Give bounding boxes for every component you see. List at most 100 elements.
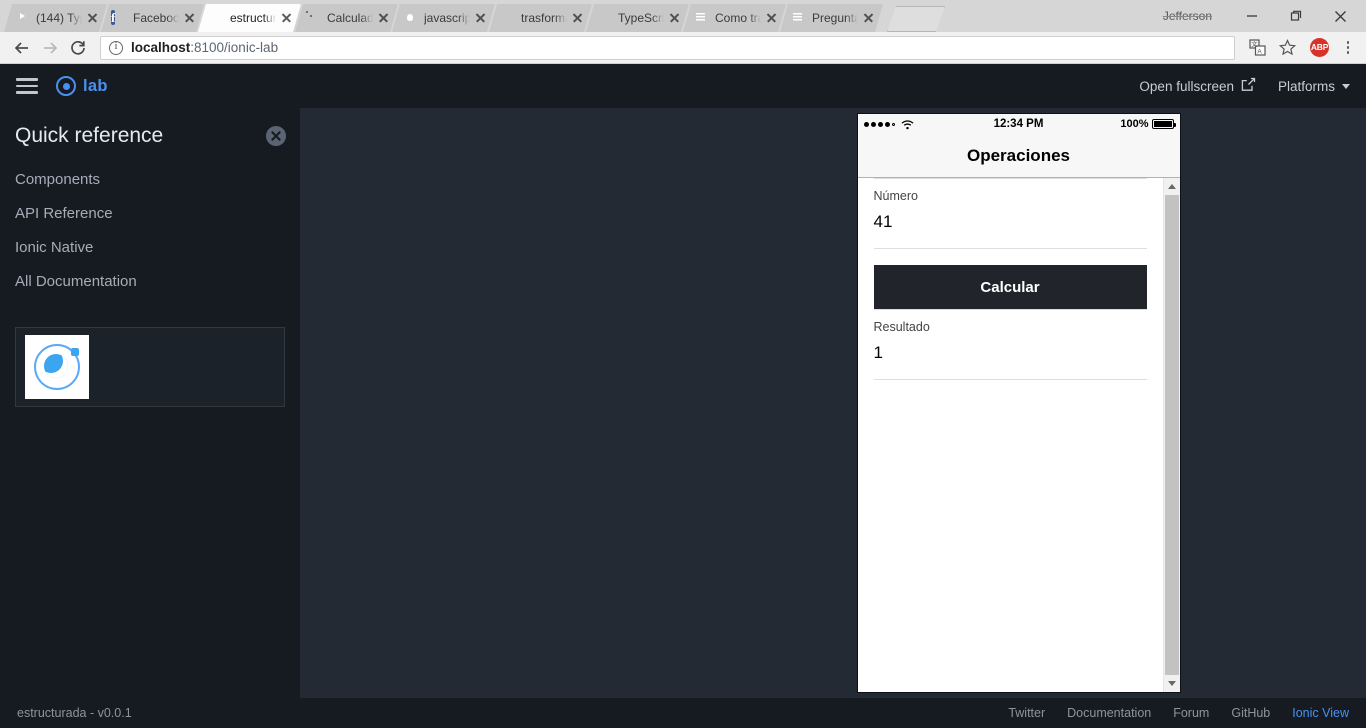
browser-tab[interactable]: trasformar c bbox=[489, 4, 592, 32]
sidebar-item-api-reference[interactable]: API Reference bbox=[0, 196, 300, 230]
ionic-app-icon bbox=[25, 335, 89, 399]
footer-link-documentation[interactable]: Documentation bbox=[1067, 706, 1151, 720]
platforms-label: Platforms bbox=[1277, 78, 1335, 94]
chrome-menu-icon[interactable] bbox=[1338, 36, 1358, 60]
facebook-icon: f bbox=[111, 10, 116, 25]
quick-reference-sidebar: Quick reference Components API Reference… bbox=[0, 108, 300, 698]
app-content: Número 41 Calcular Resultado 1 bbox=[857, 178, 1180, 692]
sidebar-item-components[interactable]: Components bbox=[0, 162, 300, 196]
external-link-icon bbox=[1241, 77, 1256, 95]
tab-title: trasformar c bbox=[521, 11, 566, 25]
footer-link-github[interactable]: GitHub bbox=[1231, 706, 1270, 720]
preview-scrollbar[interactable] bbox=[1162, 178, 1180, 692]
tab-close-icon[interactable] bbox=[570, 10, 586, 26]
lab-brand-label: lab bbox=[83, 76, 108, 95]
device-status-bar: 12:34 PM 100% bbox=[857, 114, 1180, 134]
numero-input-value[interactable]: 41 bbox=[874, 212, 1147, 239]
browser-toolbar: localhost :8100/ionic-lab 文 A ABP bbox=[0, 32, 1366, 64]
browser-tab[interactable]: f Facebook bbox=[101, 4, 204, 32]
battery-full-icon bbox=[1151, 119, 1176, 129]
site-info-icon[interactable] bbox=[109, 40, 123, 55]
tab-close-icon[interactable] bbox=[473, 10, 489, 26]
scrollbar-thumb[interactable] bbox=[1164, 195, 1179, 675]
scroll-up-arrow-icon[interactable] bbox=[1163, 178, 1180, 195]
close-icon[interactable] bbox=[1318, 1, 1362, 31]
open-fullscreen-label: Open fullscreen bbox=[1139, 78, 1234, 94]
browser-tab[interactable]: Calculadora bbox=[295, 4, 398, 32]
stackoverflow-icon bbox=[693, 10, 709, 26]
platforms-dropdown[interactable]: Platforms bbox=[1278, 79, 1350, 94]
address-bar[interactable]: localhost :8100/ionic-lab bbox=[100, 35, 1235, 60]
footer-link-forum[interactable]: Forum bbox=[1173, 706, 1209, 720]
resultado-label: Resultado bbox=[873, 320, 930, 334]
sidebar-title: Quick reference bbox=[15, 124, 164, 147]
reload-icon[interactable] bbox=[64, 34, 92, 62]
github-icon bbox=[402, 10, 418, 26]
footer-links: Twitter Documentation Forum GitHub Ionic… bbox=[1008, 706, 1349, 720]
google-icon bbox=[499, 10, 515, 26]
minimize-icon[interactable] bbox=[1230, 1, 1274, 31]
ionic-icon bbox=[208, 10, 224, 26]
resultado-field: Resultado 1 bbox=[873, 309, 1147, 380]
adblock-plus-icon[interactable]: ABP bbox=[1310, 38, 1329, 57]
url-host: localhost bbox=[131, 40, 191, 55]
window-controls: Jefferson bbox=[1163, 0, 1366, 32]
app-card[interactable] bbox=[15, 327, 285, 407]
calcular-button[interactable]: Calcular bbox=[873, 265, 1147, 309]
stackoverflow-icon bbox=[790, 10, 806, 26]
app-version-label: estructurada - v0.0.1 bbox=[17, 706, 132, 720]
tab-title: Preguntas m bbox=[812, 11, 859, 25]
tab-close-icon[interactable] bbox=[279, 10, 295, 26]
numero-field[interactable]: Número 41 bbox=[873, 178, 1147, 249]
app-title: Operaciones bbox=[967, 145, 1070, 165]
tab-title: estructurada bbox=[230, 11, 277, 25]
lab-body: Quick reference Components API Reference… bbox=[0, 108, 1366, 698]
browser-tab[interactable]: Preguntas m bbox=[780, 4, 883, 32]
maximize-icon[interactable] bbox=[1274, 1, 1318, 31]
content-scroll: Número 41 Calcular Resultado 1 bbox=[858, 178, 1163, 692]
tab-close-icon[interactable] bbox=[376, 10, 392, 26]
numero-label: Número bbox=[873, 189, 918, 203]
sidebar-item-ionic-native[interactable]: Ionic Native bbox=[0, 230, 300, 264]
hamburger-menu-icon[interactable] bbox=[16, 78, 38, 94]
tab-close-icon[interactable] bbox=[667, 10, 683, 26]
device-preview-area: 12:34 PM 100% Operaciones Número 41 Calc… bbox=[300, 108, 1366, 698]
svg-text:A: A bbox=[1257, 48, 1262, 55]
browser-tab[interactable]: (144) Typesc bbox=[4, 4, 107, 32]
lab-header-actions: Open fullscreen Platforms bbox=[1139, 77, 1350, 95]
lab-footer: estructurada - v0.0.1 Twitter Documentat… bbox=[0, 698, 1366, 728]
url-path: :8100/ionic-lab bbox=[190, 40, 279, 55]
app-navbar: Operaciones bbox=[857, 134, 1180, 178]
browser-tab[interactable]: TypeScript p bbox=[586, 4, 689, 32]
tab-close-icon[interactable] bbox=[85, 10, 101, 26]
footer-link-ionic-view[interactable]: Ionic View bbox=[1292, 706, 1349, 720]
tab-close-icon[interactable] bbox=[182, 10, 198, 26]
translate-icon[interactable]: 文 A bbox=[1243, 34, 1271, 62]
toolbar-actions: 文 A ABP bbox=[1243, 34, 1358, 62]
resultado-value: 1 bbox=[873, 343, 883, 362]
new-tab-button[interactable] bbox=[887, 6, 945, 32]
lab-header: lab Open fullscreen Platforms bbox=[0, 64, 1366, 108]
lab-brand: lab bbox=[56, 76, 108, 96]
back-arrow-icon[interactable] bbox=[8, 34, 36, 62]
browser-tab-active[interactable]: estructurada bbox=[198, 4, 301, 32]
chevron-down-icon bbox=[1342, 83, 1350, 89]
footer-link-twitter[interactable]: Twitter bbox=[1008, 706, 1045, 720]
typescript-leaf-icon bbox=[596, 10, 612, 26]
bookmark-star-icon[interactable] bbox=[1273, 34, 1301, 62]
iphone-preview: 12:34 PM 100% Operaciones Número 41 Calc… bbox=[856, 113, 1181, 693]
scroll-down-arrow-icon[interactable] bbox=[1163, 675, 1180, 692]
close-circle-icon[interactable] bbox=[266, 126, 286, 146]
svg-text:文: 文 bbox=[1251, 41, 1257, 49]
tab-title: javascript/d bbox=[424, 11, 471, 25]
tab-title: Calculadora bbox=[327, 11, 374, 25]
browser-tab[interactable]: Como trasfo bbox=[683, 4, 786, 32]
sidebar-header: Quick reference bbox=[0, 124, 300, 148]
open-fullscreen-button[interactable]: Open fullscreen bbox=[1139, 77, 1256, 95]
tab-close-icon[interactable] bbox=[764, 10, 780, 26]
tab-strip: (144) Typesc f Facebook estructurada Cal… bbox=[0, 0, 1366, 32]
browser-tab[interactable]: javascript/d bbox=[392, 4, 495, 32]
sidebar-item-all-documentation[interactable]: All Documentation bbox=[0, 264, 300, 298]
tab-close-icon[interactable] bbox=[861, 10, 877, 26]
ionic-lab-page: lab Open fullscreen Platforms Quick refe… bbox=[0, 64, 1366, 728]
